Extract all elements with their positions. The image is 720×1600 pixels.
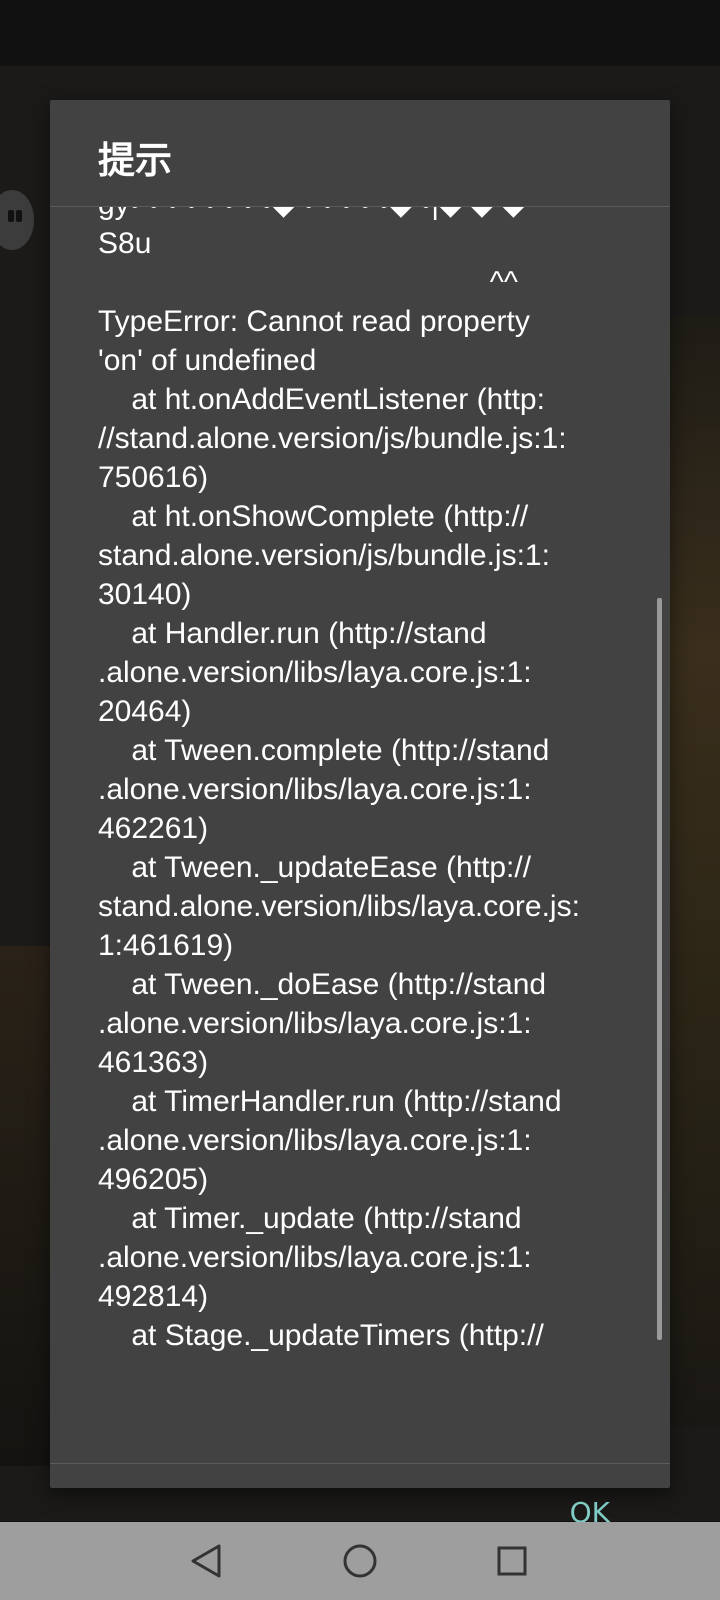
recents-button[interactable] [487, 1536, 537, 1586]
home-button[interactable] [335, 1536, 385, 1586]
button-divider [50, 1463, 670, 1464]
message-scroll-area[interactable]: gy• • • • • • • •◆ • • • • •◆ •|◆ ◆ ◆ S8… [50, 207, 670, 1463]
screen: 提示 gy• • • • • • • •◆ • • • • •◆ •|◆ ◆ ◆… [0, 0, 720, 1600]
recents-square-icon [497, 1546, 527, 1576]
dialog-title: 提示 [98, 139, 172, 182]
home-circle-icon [343, 1544, 377, 1578]
error-message: gy• • • • • • • •◆ • • • • •◆ •|◆ ◆ ◆ S8… [98, 207, 580, 1352]
navigation-bar [0, 1522, 720, 1600]
back-button[interactable] [181, 1536, 231, 1586]
scrollbar-thumb[interactable] [657, 598, 662, 1340]
back-triangle-icon [191, 1544, 221, 1578]
alert-dialog: 提示 gy• • • • • • • •◆ • • • • •◆ •|◆ ◆ ◆… [50, 100, 670, 1529]
